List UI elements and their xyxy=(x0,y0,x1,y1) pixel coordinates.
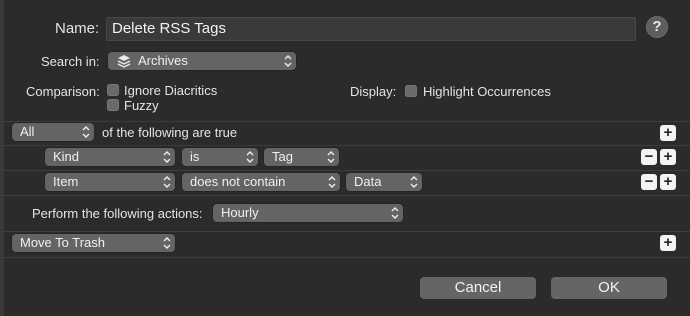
add-criterion-button[interactable]: + xyxy=(660,125,676,141)
condition-field-value: Item xyxy=(53,174,79,189)
help-button[interactable]: ? xyxy=(646,16,668,38)
add-action-button[interactable]: + xyxy=(660,235,676,251)
divider xyxy=(0,145,690,146)
condition-operator-value: is xyxy=(190,149,200,164)
match-value: All xyxy=(20,124,35,139)
action-value: Move To Trash xyxy=(20,235,106,250)
search-in-label: Search in: xyxy=(41,54,100,69)
search-in-value: Archives xyxy=(138,53,188,68)
condition-field-popup[interactable]: Kind xyxy=(45,148,175,166)
chevron-updown-icon xyxy=(328,176,336,188)
condition-value-popup[interactable]: Tag xyxy=(264,148,339,166)
chevron-updown-icon xyxy=(82,126,90,138)
ignore-diacritics-checkbox[interactable] xyxy=(107,84,119,96)
divider xyxy=(0,195,690,196)
chevron-updown-icon xyxy=(163,151,171,163)
name-label: Name: xyxy=(55,20,100,37)
condition-value-popup[interactable]: Data xyxy=(346,173,422,191)
fuzzy-checkbox[interactable] xyxy=(107,99,119,111)
highlight-occurrences-label: Highlight Occurrences xyxy=(423,84,551,99)
chevron-updown-icon xyxy=(327,151,335,163)
display-label: Display: xyxy=(350,84,397,99)
divider xyxy=(0,231,690,232)
condition-value-value: Tag xyxy=(272,149,293,164)
add-condition-button[interactable]: + xyxy=(660,149,676,165)
action-popup[interactable]: Move To Trash xyxy=(12,234,175,252)
perform-label: Perform the following actions: xyxy=(32,206,203,221)
chevron-updown-icon xyxy=(163,176,171,188)
add-condition-button[interactable]: + xyxy=(660,174,676,190)
match-popup[interactable]: All xyxy=(12,123,94,141)
database-stack-icon xyxy=(117,55,131,68)
name-field[interactable]: Delete RSS Tags xyxy=(106,17,636,41)
schedule-popup[interactable]: Hourly xyxy=(213,204,403,222)
comparison-label: Comparison: xyxy=(26,84,100,99)
condition-field-popup[interactable]: Item xyxy=(45,173,175,191)
condition-operator-popup[interactable]: does not contain xyxy=(182,173,340,191)
highlight-occurrences-checkbox[interactable] xyxy=(405,85,417,97)
remove-condition-button[interactable]: − xyxy=(641,149,657,165)
match-suffix: of the following are true xyxy=(102,125,238,140)
chevron-updown-icon xyxy=(163,237,171,249)
schedule-value: Hourly xyxy=(221,205,259,220)
divider xyxy=(0,121,690,122)
fuzzy-label: Fuzzy xyxy=(124,98,159,113)
ok-button[interactable]: OK xyxy=(551,277,667,299)
condition-operator-popup[interactable]: is xyxy=(182,148,258,166)
chevron-updown-icon xyxy=(284,55,292,67)
divider xyxy=(0,170,690,171)
ignore-diacritics-label: Ignore Diacritics xyxy=(124,83,218,98)
chevron-updown-icon xyxy=(410,176,418,188)
search-in-popup[interactable]: Archives xyxy=(108,52,296,70)
divider xyxy=(0,257,690,258)
cancel-button[interactable]: Cancel xyxy=(420,277,536,299)
condition-field-value: Kind xyxy=(53,149,80,164)
remove-condition-button[interactable]: − xyxy=(641,174,657,190)
condition-operator-value: does not contain xyxy=(190,174,286,189)
window-edge xyxy=(0,0,4,316)
chevron-updown-icon xyxy=(246,151,254,163)
condition-value-value: Data xyxy=(354,174,382,189)
chevron-updown-icon xyxy=(391,207,399,219)
